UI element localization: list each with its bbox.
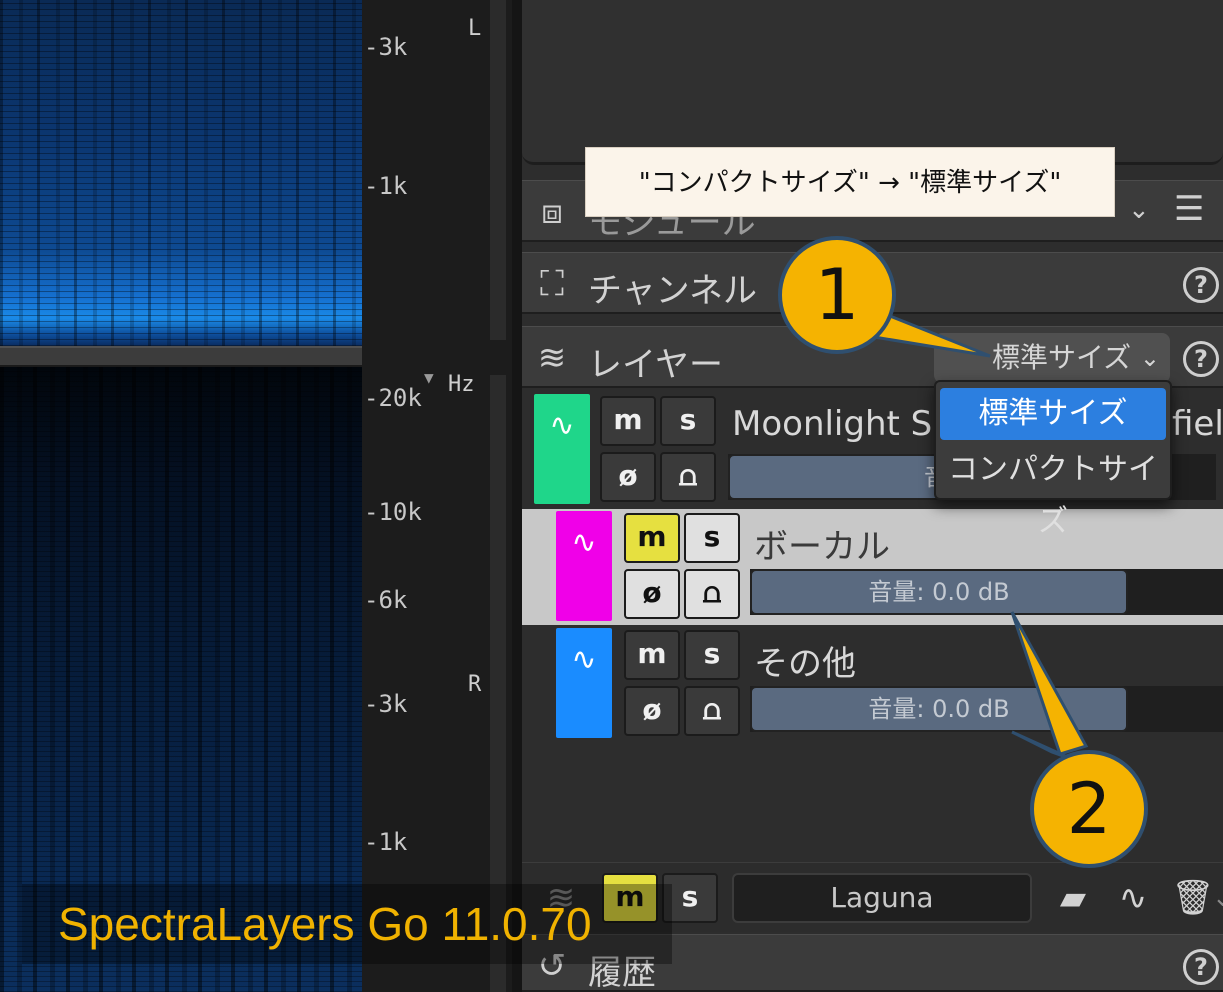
version-label: SpectraLayers Go 11.0.70 <box>22 884 672 964</box>
callout-pointers <box>865 310 1089 762</box>
callout-marker: 1 <box>778 236 896 354</box>
callout-marker: 2 <box>1030 750 1148 868</box>
app-root: -3k -1k -20k -10k -6k -3k -1k Hz ▼ L R ⧈… <box>0 0 1223 992</box>
